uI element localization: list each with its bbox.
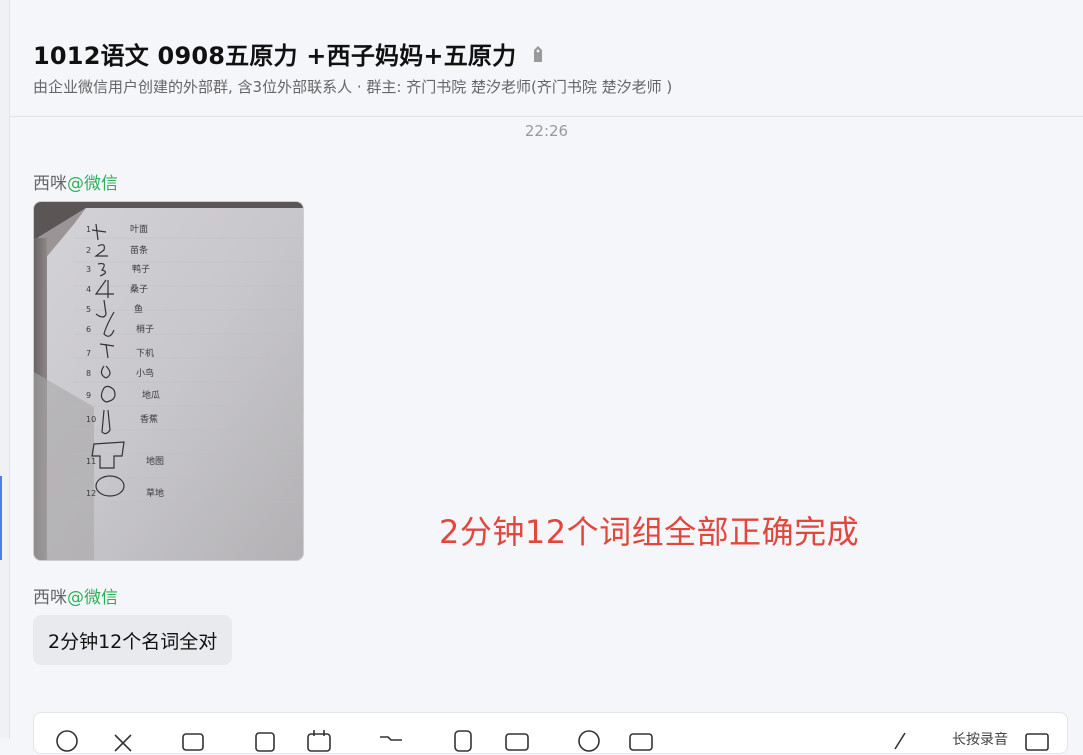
text-message-bubble[interactable]: 2分钟12个名词全对 [33,615,233,665]
folder-open-icon[interactable] [378,729,404,755]
chat-icon[interactable] [504,729,530,755]
clock-icon[interactable] [576,729,602,755]
chat-subtitle: 由企业微信用户创建的外部群, 含3位外部联系人 · 群主: 齐门书院 楚汐老师(… [33,78,673,96]
row-word: 鱼 [134,303,143,315]
folder-icon[interactable] [180,729,206,755]
row-number: 7 [86,349,91,358]
row-word: 地瓜 [142,389,160,401]
row-number: 11 [86,457,96,466]
row-number: 12 [86,489,96,498]
phone-icon[interactable] [450,729,476,755]
row-word: 地图 [146,455,164,467]
pin-icon[interactable] [886,729,912,755]
calendar-icon[interactable] [306,729,332,755]
title-row: 1012语文 0908五原力 +西子妈妈+五原力 [33,36,546,71]
row-number: 6 [86,325,91,334]
row-word: 梢子 [136,323,154,335]
voice-record-label[interactable]: 长按录音 [952,729,1008,749]
row-number: 8 [86,369,91,378]
row-number: 3 [86,265,91,274]
row-number: 5 [86,305,91,314]
row-word: 小鸟 [136,367,154,379]
message-composer[interactable]: 长按录音 [33,712,1068,754]
expand-icon[interactable] [1024,729,1050,755]
image-message[interactable]: 1 叶面 2 苗条 3 鸭子 4 桑子 5 鱼 6 梢子 7 下机 8 小鸟 9 地瓜 10 香蕉 11 地图 12 草地 [33,201,304,561]
image-icon[interactable] [252,729,278,755]
tag-icon[interactable] [530,44,546,64]
sender-source: @微信 [67,588,118,608]
message-sender[interactable]: 西咪@微信 [33,169,118,194]
sender-name: 西咪 [33,174,67,194]
row-number: 1 [86,225,91,234]
chat-header: 1012语文 0908五原力 +西子妈妈+五原力 由企业微信用户创建的外部群, … [10,0,1083,117]
row-word: 苗条 [130,244,148,256]
message-sender[interactable]: 西咪@微信 [33,583,118,608]
left-panel-active-indicator [0,476,2,560]
row-number: 10 [86,415,96,424]
left-panel-edge [0,0,10,738]
emoji-icon[interactable] [54,729,80,755]
overlay-caption: 2分钟12个词组全部正确完成 [439,513,860,551]
row-number: 4 [86,285,91,294]
row-word: 草地 [146,487,164,499]
row-word: 桑子 [130,284,148,295]
sender-source: @微信 [67,174,118,194]
chat-title[interactable]: 1012语文 0908五原力 +西子妈妈+五原力 [33,36,516,71]
row-number: 9 [86,391,91,400]
row-word: 下机 [136,347,154,359]
card-icon[interactable] [628,729,654,755]
scissors-icon[interactable] [110,729,136,755]
row-word: 鸭子 [132,263,150,275]
row-number: 2 [86,246,91,255]
message-timestamp: 22:26 [524,122,569,140]
row-word: 叶面 [130,224,148,235]
sender-name: 西咪 [33,588,67,608]
row-word: 香蕉 [140,413,158,425]
notebook-photo: 1 叶面 2 苗条 3 鸭子 4 桑子 5 鱼 6 梢子 7 下机 8 小鸟 9 地瓜 10 香蕉 11 地图 12 草地 [34,202,303,560]
